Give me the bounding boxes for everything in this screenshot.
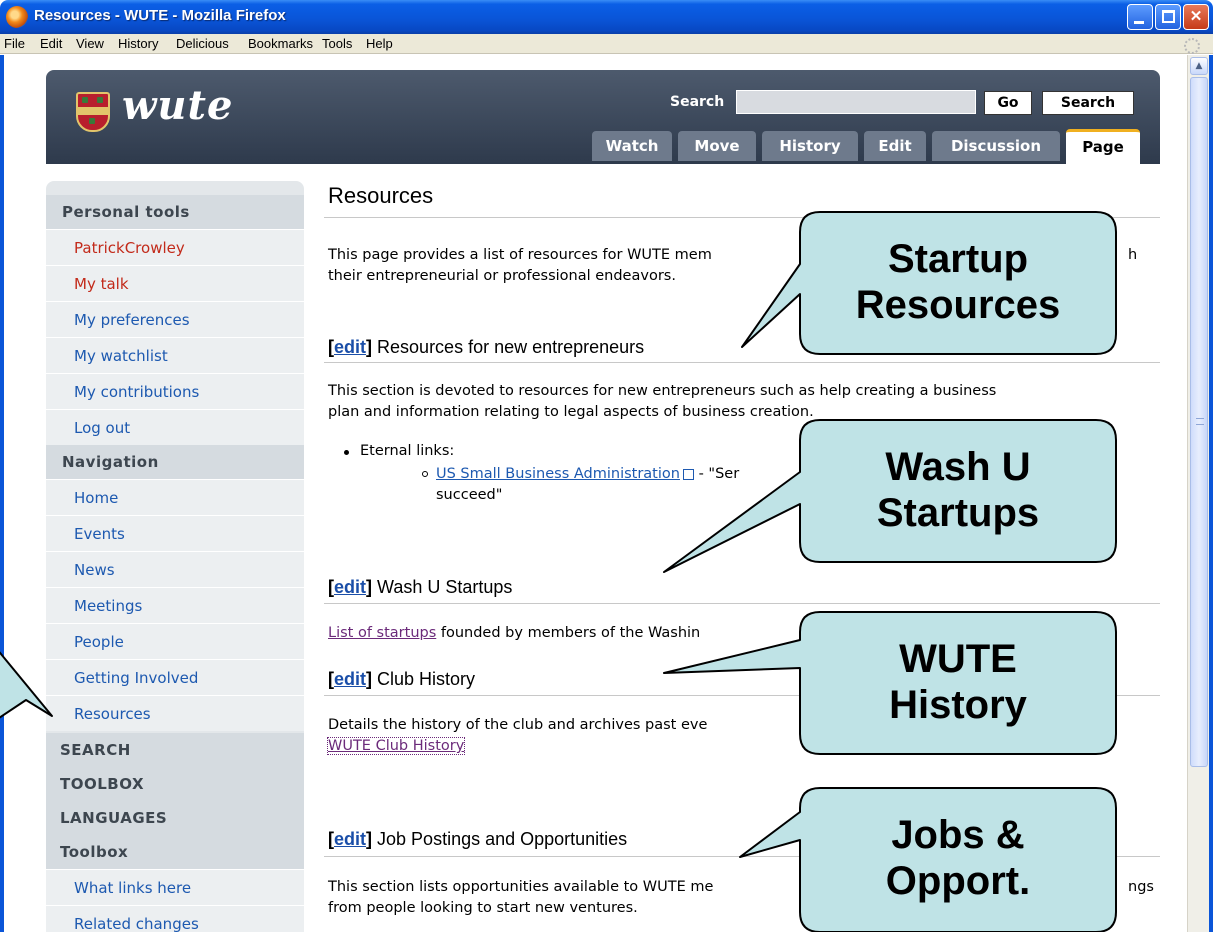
wute-shield-logo-icon[interactable] [76,92,110,132]
sba-link[interactable]: US Small Business Administration [436,466,680,482]
firefox-icon [6,6,28,28]
close-button[interactable]: ✕ [1183,4,1209,30]
edit-link[interactable]: edit [334,337,366,357]
sidebar-heading-navigation: Navigation [46,445,304,479]
tab-watch[interactable]: Watch [592,131,672,161]
sidebar-heading-personal-tools: Personal tools [46,195,304,229]
callout-wute-history: WUTE History [889,637,1027,727]
search-button[interactable]: Search [1042,91,1134,115]
edit-link[interactable]: edit [334,829,366,849]
sidebar-item-resources[interactable]: Resources [46,695,304,731]
sidebar: Personal tools PatrickCrowley My talk My… [46,181,304,932]
menu-help[interactable]: Help [366,36,393,51]
sidebar-item-news[interactable]: News [46,551,304,587]
loading-throbber-icon [1184,38,1200,54]
section-heading-club-history: [edit] Club History [328,669,476,689]
menu-bar: File Edit View History Delicious Bookmar… [0,34,1213,54]
site-logo-text[interactable]: wute [122,82,233,129]
sidebar-item-log-out[interactable]: Log out [46,409,304,445]
menu-view[interactable]: View [76,36,104,51]
callout-wash-u-startups: Wash U Startups [876,445,1040,535]
sidebar-item-what-links-here[interactable]: What links here [46,869,304,905]
callout-startup-resources: Startup Resources [855,237,1061,327]
tab-edit[interactable]: Edit [864,131,926,161]
tab-discussion[interactable]: Discussion [932,131,1060,161]
site-header: wute Search Go Search Watch Move History… [46,70,1160,164]
search-label: Search [670,94,725,110]
minimize-icon [1134,21,1144,24]
section3-link-line: WUTE Club History [326,736,1158,757]
external-link-icon [682,468,694,480]
list-of-startups-link[interactable]: List of startups [328,625,436,641]
sidebar-heading-toolbox: Toolbox [46,835,304,869]
maximize-icon [1162,10,1175,23]
tab-history[interactable]: History [762,131,858,161]
sidebar-item-getting-involved[interactable]: Getting Involved [46,659,304,695]
menu-delicious[interactable]: Delicious [176,36,229,51]
sidebar-heading-search[interactable]: SEARCH [46,733,304,767]
sidebar-heading-languages[interactable]: LANGUAGES [46,801,304,835]
tab-move[interactable]: Move [678,131,756,161]
menu-history[interactable]: History [118,36,158,51]
menu-file[interactable]: File [4,36,25,51]
section1-text-line-1: This section is devoted to resources for… [328,383,997,399]
menu-tools[interactable]: Tools [322,36,352,51]
close-icon: ✕ [1189,8,1203,25]
sidebar-item-my-contributions[interactable]: My contributions [46,373,304,409]
window-title: Resources - WUTE - Mozilla Firefox [34,7,286,24]
sidebar-item-events[interactable]: Events [46,515,304,551]
callout-jobs-opportunities: Jobs & Opport. [885,813,1031,903]
window-titlebar[interactable]: Resources - WUTE - Mozilla Firefox ✕ [0,0,1213,34]
menu-bookmarks[interactable]: Bookmarks [248,36,313,51]
vertical-scrollbar[interactable]: ▲ [1187,55,1213,932]
minimize-button[interactable] [1127,4,1153,30]
section-heading-job-postings: [edit] Job Postings and Opportunities [328,829,628,849]
page-title: Resources [328,183,434,208]
scroll-up-arrow-icon[interactable]: ▲ [1190,57,1208,75]
sidebar-item-related-changes[interactable]: Related changes [46,905,304,932]
sidebar-item-meetings[interactable]: Meetings [46,587,304,623]
section-heading-new-entrepreneurs: [edit] Resources for new entrepreneurs [328,337,645,357]
wute-club-history-link[interactable]: WUTE Club History [326,737,466,755]
section-heading-wash-u-startups: [edit] Wash U Startups [328,577,513,597]
list-item: Eternal links: [343,443,455,459]
sidebar-item-home[interactable]: Home [46,479,304,515]
sidebar-item-my-talk[interactable]: My talk [46,265,304,301]
sidebar-item-my-watchlist[interactable]: My watchlist [46,337,304,373]
sidebar-item-user[interactable]: PatrickCrowley [46,229,304,265]
sidebar-item-people[interactable]: People [46,623,304,659]
maximize-button[interactable] [1155,4,1181,30]
search-input[interactable] [736,90,976,114]
sidebar-heading-toolbox-collapsed[interactable]: TOOLBOX [46,767,304,801]
edit-link[interactable]: edit [334,577,366,597]
go-button[interactable]: Go [984,91,1032,115]
sidebar-item-my-preferences[interactable]: My preferences [46,301,304,337]
tab-page[interactable]: Page [1066,129,1140,164]
menu-edit[interactable]: Edit [40,36,62,51]
section1-text-line-2: plan and information relating to legal a… [328,404,814,420]
edit-link[interactable]: edit [334,669,366,689]
scrollbar-thumb[interactable] [1190,77,1208,767]
